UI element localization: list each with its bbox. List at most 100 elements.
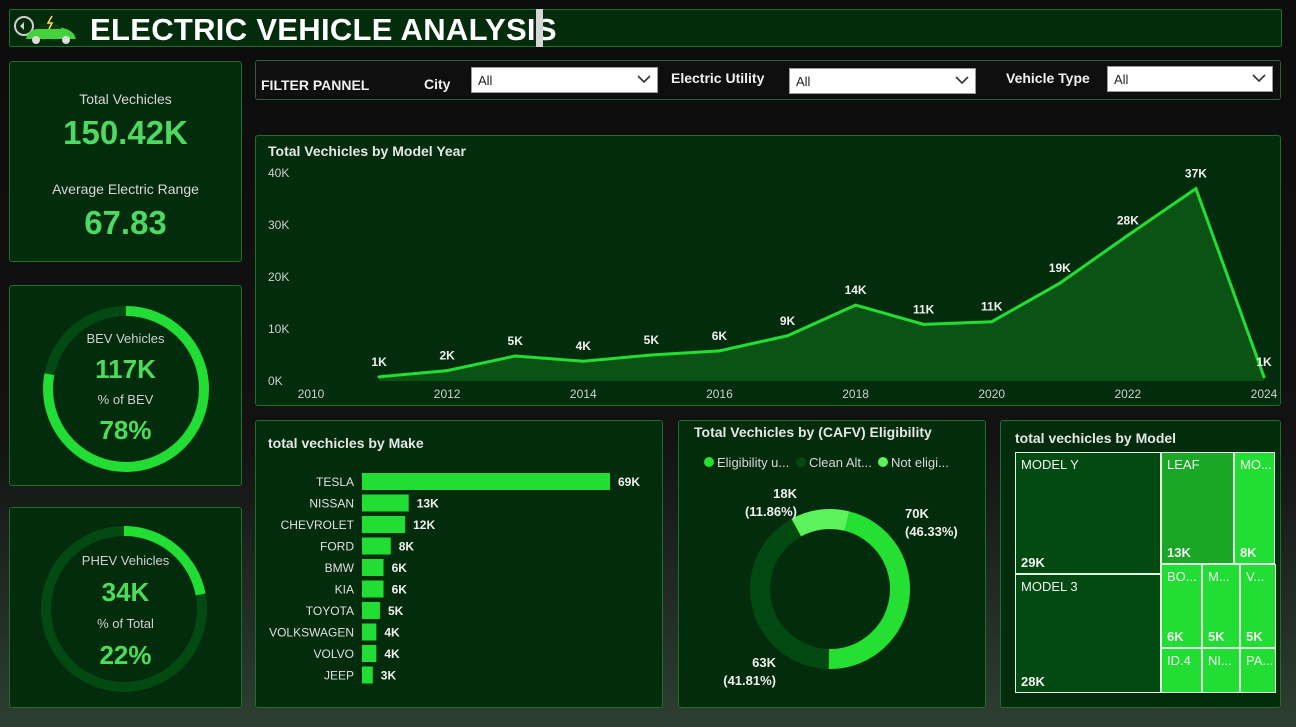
treemap-cell-name: NI...	[1208, 653, 1232, 668]
category-label: TESLA	[316, 475, 354, 489]
title-divider	[536, 9, 543, 47]
data-point	[445, 369, 449, 373]
bar-value-label: 13K	[417, 497, 439, 511]
bar-value-label: 5K	[388, 604, 404, 618]
avg-range-value: 67.83	[84, 204, 167, 241]
legend-marker	[796, 457, 806, 467]
bar	[362, 473, 610, 490]
slice-pct-label: (46.33%)	[905, 524, 958, 539]
bar-value-label: 8K	[399, 540, 415, 554]
treemap-cell[interactable]: BO... 6K	[1161, 564, 1202, 648]
data-label: 11K	[913, 302, 935, 316]
city-dropdown-value: All	[478, 73, 493, 88]
data-label: 11K	[981, 300, 1003, 314]
x-tick-label: 2020	[978, 387, 1005, 401]
bar	[362, 580, 384, 598]
data-point	[990, 320, 994, 324]
treemap-cell[interactable]: ID.4	[1161, 648, 1202, 693]
data-point	[922, 322, 926, 326]
bar-value-label: 4K	[384, 626, 400, 640]
data-point	[786, 334, 789, 338]
page-title: ELECTRIC VEHICLE ANALYSIS	[90, 12, 557, 47]
treemap-cell[interactable]: NI...	[1202, 648, 1240, 693]
avg-range-label: Average Electric Range	[52, 181, 199, 197]
treemap-cell-value: 6K	[1167, 629, 1184, 644]
slice-value-label: 70K	[905, 506, 929, 521]
phev-value: 34K	[101, 577, 150, 607]
data-label: 1K	[1256, 355, 1272, 369]
city-dropdown[interactable]: All	[471, 67, 658, 93]
category-label: TOYOTA	[306, 604, 354, 618]
data-point	[1126, 233, 1130, 237]
y-tick-label: 40K	[268, 166, 289, 180]
bar	[362, 666, 373, 684]
treemap-cell-name: MODEL Y	[1021, 457, 1079, 472]
treemap-cell[interactable]: PA...	[1240, 648, 1276, 693]
bev-pct-label: % of BEV	[97, 392, 154, 407]
treemap-cell-name: PA...	[1246, 653, 1274, 668]
donut-slice	[750, 509, 910, 669]
data-point	[649, 353, 653, 357]
treemap-cell[interactable]: MO... 8K	[1234, 452, 1275, 564]
treemap-cell[interactable]: LEAF 13K	[1161, 452, 1234, 564]
category-label: JEEP	[324, 669, 354, 683]
phev-label: PHEV Vehicles	[81, 553, 170, 568]
data-label: 28K	[1117, 213, 1139, 227]
data-label: 4K	[576, 339, 592, 353]
data-point	[1194, 187, 1198, 191]
y-tick-label: 0K	[268, 374, 283, 388]
chevron-down-icon	[955, 76, 969, 85]
utility-filter-label: Electric Utility	[671, 70, 765, 86]
bar	[362, 537, 391, 555]
category-label: VOLKSWAGEN	[269, 626, 354, 640]
legend-label: Not eligi...	[891, 455, 949, 470]
bar-value-label: 69K	[618, 475, 640, 489]
bev-card: BEV Vehicles 117K % of BEV 78%	[9, 285, 242, 486]
vehicle-type-filter-label: Vehicle Type	[1006, 70, 1090, 86]
model-treemap: MODEL Y 29K MODEL 3 28K LEAF 13K MO... 8K BO... 6…	[1001, 421, 1282, 709]
x-tick-label: 2012	[434, 387, 461, 401]
x-tick-label: 2016	[706, 387, 733, 401]
bar	[362, 494, 409, 512]
data-label: 9K	[780, 314, 796, 328]
data-point	[717, 349, 721, 353]
total-vehicles-label: Total Vechicles	[79, 91, 172, 107]
treemap-cell[interactable]: V... 5K	[1240, 564, 1276, 648]
treemap-cell-value: 5K	[1208, 629, 1225, 644]
treemap-cell-name: LEAF	[1167, 457, 1200, 472]
legend-marker	[878, 457, 888, 467]
data-label: 5K	[508, 334, 524, 348]
kpi-card: Total Vechicles 150.42K Average Electric…	[9, 61, 242, 262]
make-chart-card: total vechicles by Make TESLA 69K NISSAN 13…	[255, 420, 663, 708]
treemap-cell[interactable]: M... 5K	[1202, 564, 1240, 648]
city-filter-label: City	[424, 76, 451, 92]
treemap-cell-name: MO...	[1240, 457, 1272, 472]
ev-car-icon	[14, 15, 76, 44]
donut-slice	[750, 509, 910, 669]
bev-value: 117K	[95, 354, 156, 384]
eligibility-chart-card: Total Vechicles by (CAFV) Eligibility El…	[678, 420, 986, 708]
data-label: 6K	[712, 329, 728, 343]
eligibility-donut-chart: Eligibility u... Clean Alt... Not eligi...…	[704, 455, 958, 688]
treemap-cell-name: MODEL 3	[1021, 579, 1078, 594]
treemap-cell[interactable]: MODEL Y 29K	[1015, 452, 1161, 574]
data-label: 1K	[371, 355, 387, 369]
treemap-cell[interactable]: MODEL 3 28K	[1015, 574, 1161, 693]
x-tick-label: 2022	[1115, 387, 1142, 401]
bar-value-label: 4K	[384, 647, 400, 661]
vehicle-type-dropdown[interactable]: All	[1107, 66, 1273, 92]
chevron-down-icon	[1252, 74, 1266, 83]
bar	[362, 516, 406, 533]
legend-marker	[704, 457, 714, 467]
x-tick-label: 2024	[1251, 387, 1278, 401]
data-point	[581, 359, 585, 363]
phev-pct-value: 22%	[99, 640, 152, 670]
phev-card: PHEV Vehicles 34K % of Total 22%	[9, 507, 242, 708]
phev-pct-label: % of Total	[97, 616, 154, 631]
utility-dropdown[interactable]: All	[789, 68, 976, 94]
bev-pct-value: 78%	[99, 415, 152, 445]
bar-value-label: 12K	[413, 518, 435, 532]
slice-pct-label: (41.81%)	[723, 673, 776, 688]
bar	[362, 623, 377, 641]
model-year-area-chart: 0K 10K 20K 30K 40K 2010 2012 2014 2016 2018 2020 20…	[268, 166, 1278, 401]
